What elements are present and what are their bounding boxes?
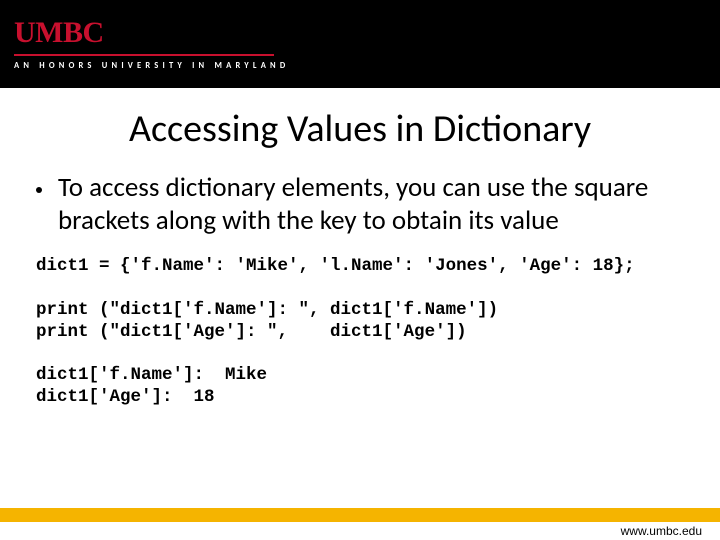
footer-url-row: www.umbc.edu [0,522,720,540]
logo-tagline: AN HONORS UNIVERSITY IN MARYLAND [14,61,289,71]
bullet-item: To access dictionary elements, you can u… [36,172,684,238]
slide-content: To access dictionary elements, you can u… [0,172,720,409]
footer-url: www.umbc.edu [621,524,702,538]
slide: UMBC AN HONORS UNIVERSITY IN MARYLAND Ac… [0,0,720,540]
footer: www.umbc.edu [0,508,720,540]
logo-rule [14,54,274,56]
bullet-text: To access dictionary elements, you can u… [58,172,684,238]
logo-block: UMBC AN HONORS UNIVERSITY IN MARYLAND [14,18,289,71]
logo-text: UMBC [14,18,289,48]
header-bar: UMBC AN HONORS UNIVERSITY IN MARYLAND [0,0,720,88]
code-block: dict1 = {'f.Name': 'Mike', 'l.Name': 'Jo… [36,256,684,344]
bullet-dot-icon [36,187,42,193]
output-block: dict1['f.Name']: Mike dict1['Age']: 18 [36,365,684,409]
footer-gold-bar [0,508,720,522]
slide-title: Accessing Values in Dictionary [0,106,720,152]
